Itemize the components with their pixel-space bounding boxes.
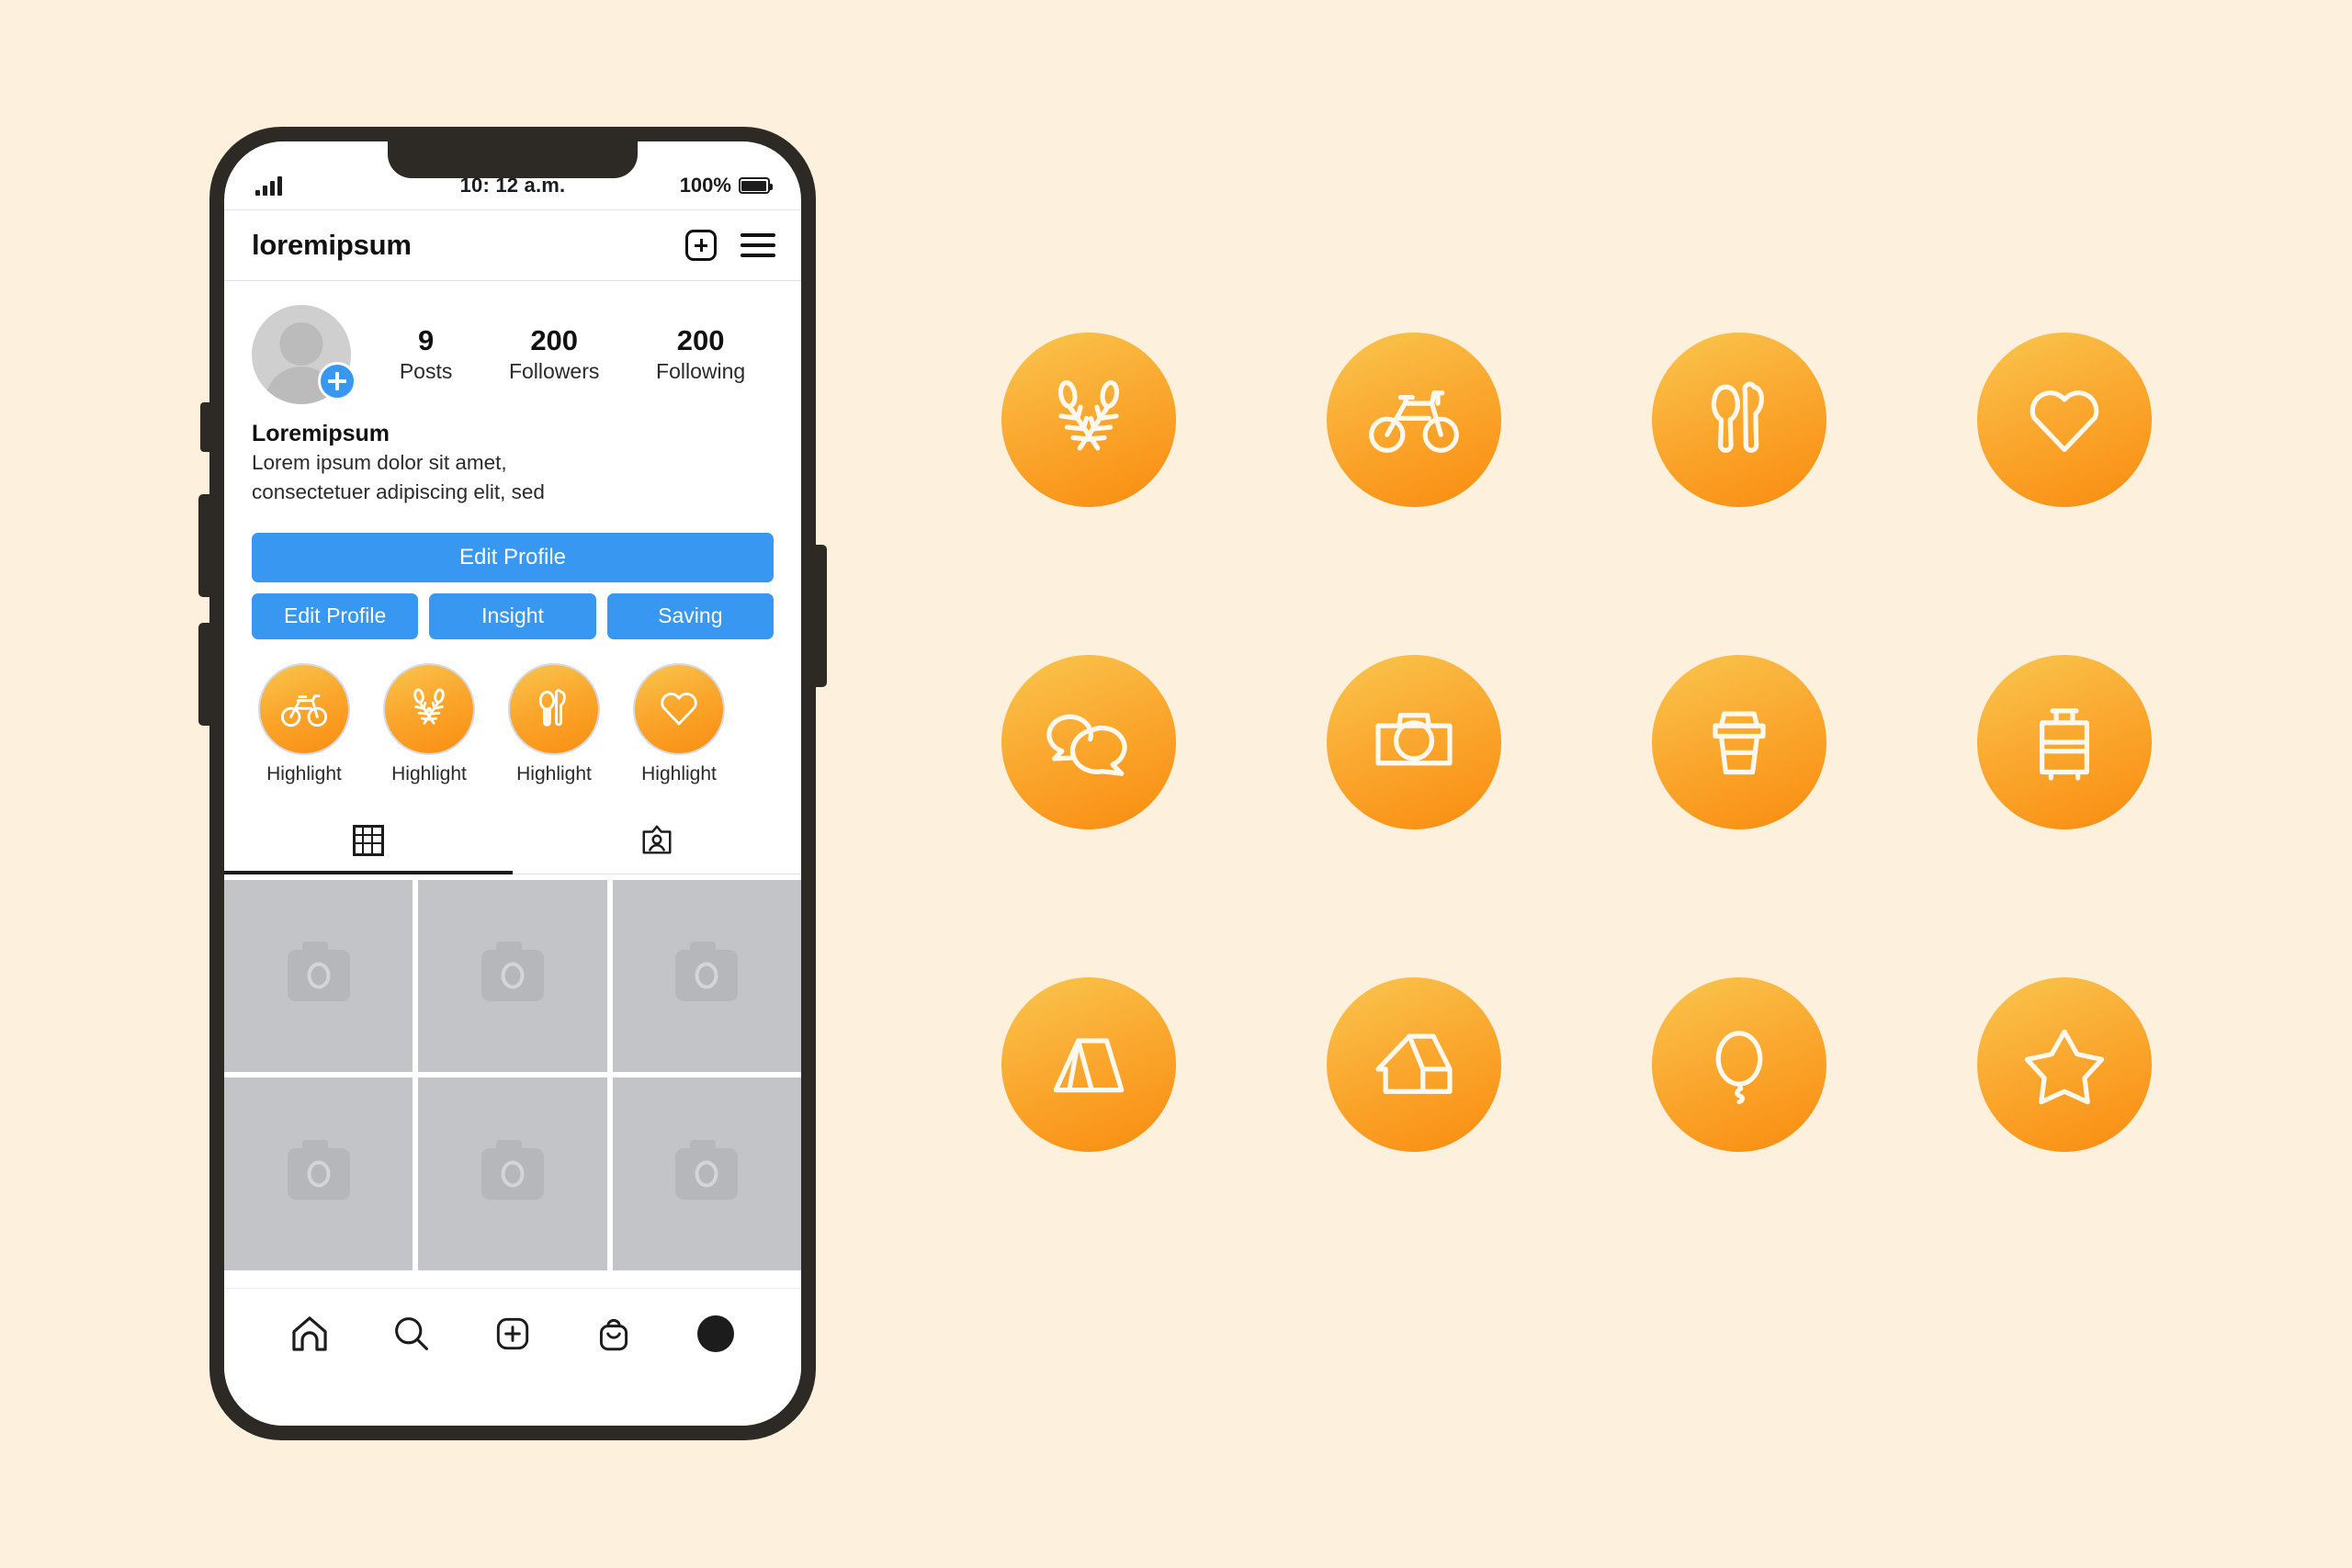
- photo-cell[interactable]: [612, 879, 801, 1073]
- tent-icon[interactable]: [1001, 977, 1176, 1152]
- tab-grid[interactable]: [224, 807, 513, 875]
- house-icon[interactable]: [1327, 977, 1501, 1152]
- profile-tabs: [224, 807, 801, 875]
- camera-icon[interactable]: [1327, 655, 1501, 829]
- camera-placeholder-icon: [481, 942, 544, 1002]
- profile-stats: 9 Posts 200 Followers 200 Following: [351, 323, 774, 384]
- highlight-label: Highlight: [516, 762, 592, 784]
- heart-icon[interactable]: [1977, 333, 2152, 507]
- chat-bubbles-icon[interactable]: [1001, 655, 1176, 829]
- secondary-button-row: Edit Profile Insight Saving: [252, 592, 774, 639]
- highlight-item-wheat[interactable]: Highlight: [377, 662, 481, 785]
- coffee-cup-icon[interactable]: [1652, 655, 1826, 829]
- stat-following[interactable]: 200 Following: [656, 323, 746, 384]
- profile-bio-line-1: Lorem ipsum dolor sit amet,: [252, 451, 507, 474]
- insight-button[interactable]: Insight: [429, 592, 596, 639]
- heart-icon: [633, 662, 725, 755]
- highlight-label: Highlight: [641, 762, 717, 784]
- avatar[interactable]: [252, 305, 356, 404]
- edit-profile-button[interactable]: Edit Profile: [252, 532, 774, 582]
- suitcase-icon[interactable]: [1977, 655, 2152, 829]
- camera-placeholder-icon: [675, 942, 739, 1002]
- battery-percent-label: 100%: [679, 174, 731, 197]
- balloon-icon[interactable]: [1652, 977, 1826, 1152]
- camera-placeholder-icon: [287, 1139, 350, 1200]
- camera-placeholder-icon: [287, 942, 350, 1002]
- stat-label: Followers: [508, 359, 600, 384]
- photo-cell[interactable]: [612, 1077, 801, 1270]
- wheat-branches-icon[interactable]: [1001, 333, 1176, 507]
- camera-placeholder-icon: [481, 1139, 544, 1200]
- profile-section: 9 Posts 200 Followers 200 Following Lore…: [224, 281, 801, 785]
- phone-mute-switch[interactable]: [200, 402, 211, 452]
- phone-notch: [388, 141, 638, 178]
- highlight-label: Highlight: [391, 762, 467, 784]
- photo-grid: [224, 879, 801, 1270]
- bottom-navigation: [224, 1288, 801, 1426]
- stat-value: 9: [417, 323, 435, 356]
- tagged-person-icon: [642, 825, 672, 854]
- stat-value: 200: [676, 323, 725, 356]
- wheat-branches-icon: [383, 662, 475, 755]
- stat-label: Posts: [399, 359, 453, 384]
- spoon-knife-icon[interactable]: [1652, 333, 1826, 507]
- signal-bars-icon: [255, 175, 282, 196]
- hamburger-menu-icon[interactable]: [741, 233, 775, 257]
- photo-cell[interactable]: [418, 1077, 607, 1270]
- photo-cell[interactable]: [224, 879, 413, 1073]
- status-bar-right: 100%: [595, 174, 773, 197]
- icon-set-grid: [1001, 333, 2152, 1152]
- phone-volume-up-button[interactable]: [198, 494, 211, 597]
- story-highlights-row: Highlight Highlight Highlight Highlight: [252, 662, 774, 785]
- phone-power-button[interactable]: [814, 545, 827, 687]
- battery-full-icon: [738, 177, 773, 194]
- plus-box-icon[interactable]: [488, 1309, 537, 1359]
- saving-button[interactable]: Saving: [606, 592, 774, 639]
- bicycle-icon[interactable]: [1327, 333, 1501, 507]
- profile-top-row: 9 Posts 200 Followers 200 Following: [252, 305, 774, 404]
- star-icon[interactable]: [1977, 977, 2152, 1152]
- add-story-plus-icon[interactable]: [318, 362, 356, 400]
- highlight-label: Highlight: [266, 762, 342, 784]
- grid-icon: [353, 824, 384, 856]
- profile-handle: loremipsum: [252, 229, 412, 261]
- shop-bag-icon[interactable]: [589, 1309, 639, 1359]
- stat-posts[interactable]: 9 Posts: [399, 323, 453, 384]
- profile-avatar-icon[interactable]: [691, 1309, 741, 1359]
- tab-tagged[interactable]: [513, 807, 801, 874]
- stat-value: 200: [530, 323, 579, 356]
- highlight-item-cutlery[interactable]: Highlight: [502, 662, 606, 785]
- photo-cell[interactable]: [224, 1077, 413, 1270]
- canvas: 10: 12 a.m. 100% loremipsum 9 Posts 200 …: [0, 0, 2352, 1568]
- search-icon[interactable]: [387, 1309, 436, 1359]
- phone-mockup: 10: 12 a.m. 100% loremipsum 9 Posts 200 …: [198, 127, 827, 1440]
- spoon-knife-icon: [508, 662, 600, 755]
- bicycle-icon: [258, 662, 350, 755]
- highlight-item-heart[interactable]: Highlight: [627, 662, 731, 785]
- plus-box-icon[interactable]: [685, 230, 717, 261]
- home-icon[interactable]: [285, 1309, 334, 1359]
- app-header: loremipsum: [224, 209, 801, 281]
- photo-cell[interactable]: [418, 879, 607, 1073]
- header-actions: [685, 230, 775, 261]
- phone-volume-down-button[interactable]: [198, 623, 211, 726]
- phone-screen: 10: 12 a.m. 100% loremipsum 9 Posts 200 …: [224, 141, 801, 1426]
- camera-placeholder-icon: [675, 1139, 739, 1200]
- edit-profile-small-button[interactable]: Edit Profile: [252, 592, 419, 639]
- profile-bio-line-2: consectetuer adipiscing elit, sed: [252, 480, 545, 504]
- profile-display-name: Loremipsum: [252, 421, 390, 446]
- highlight-item-bicycle[interactable]: Highlight: [252, 662, 356, 785]
- stat-label: Following: [656, 359, 746, 384]
- stat-followers[interactable]: 200 Followers: [508, 323, 600, 384]
- status-bar-left: [255, 175, 430, 196]
